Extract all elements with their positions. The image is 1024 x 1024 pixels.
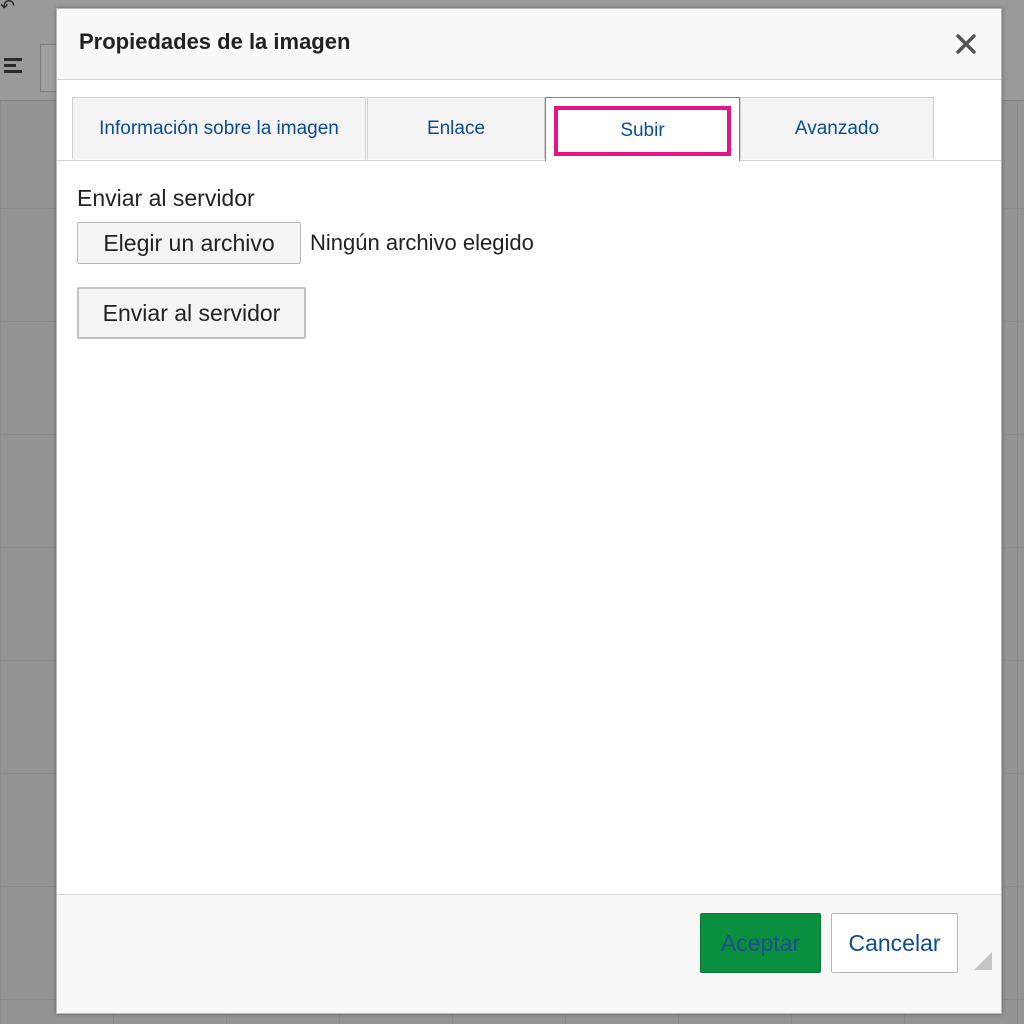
tab-advanced[interactable]: Avanzado (740, 97, 934, 159)
tab-image-info[interactable]: Información sobre la imagen (72, 97, 366, 159)
dialog-header: Propiedades de la imagen (57, 9, 1001, 80)
tab-label: Información sobre la imagen (99, 117, 339, 139)
resize-handle[interactable] (973, 951, 993, 971)
file-status-text: Ningún archivo elegido (310, 230, 534, 255)
tab-label: Avanzado (794, 117, 880, 139)
tab-highlight: Subir (554, 106, 731, 156)
resize-grip-icon (974, 952, 992, 970)
dialog-tabs: Información sobre la imagen Enlace Subir… (57, 97, 1001, 161)
tab-link[interactable]: Enlace (367, 97, 545, 159)
align-left-icon (4, 58, 26, 78)
close-icon (956, 34, 976, 54)
cancel-button[interactable]: Cancelar (831, 913, 958, 973)
dialog-title: Propiedades de la imagen (79, 29, 351, 54)
close-button[interactable] (953, 31, 979, 57)
ok-button[interactable]: Aceptar (700, 913, 821, 973)
send-to-server-button[interactable]: Enviar al servidor (77, 287, 306, 339)
file-input-row: Elegir un archivo Ningún archivo elegido (77, 222, 977, 264)
upload-section-label: Enviar al servidor (77, 185, 255, 211)
tab-upload[interactable]: Subir (545, 97, 740, 161)
dialog-footer: Aceptar Cancelar (57, 894, 1001, 1013)
toolbar-combo (40, 44, 57, 92)
image-properties-dialog: Propiedades de la imagen Información sob… (56, 8, 1002, 1014)
tab-label: Subir (620, 120, 665, 141)
choose-file-button[interactable]: Elegir un archivo (77, 222, 301, 264)
upload-panel: Enviar al servidor Elegir un archivo Nin… (77, 185, 977, 339)
tab-label: Enlace (426, 117, 486, 139)
undo-icon: ↶ (0, 0, 16, 16)
